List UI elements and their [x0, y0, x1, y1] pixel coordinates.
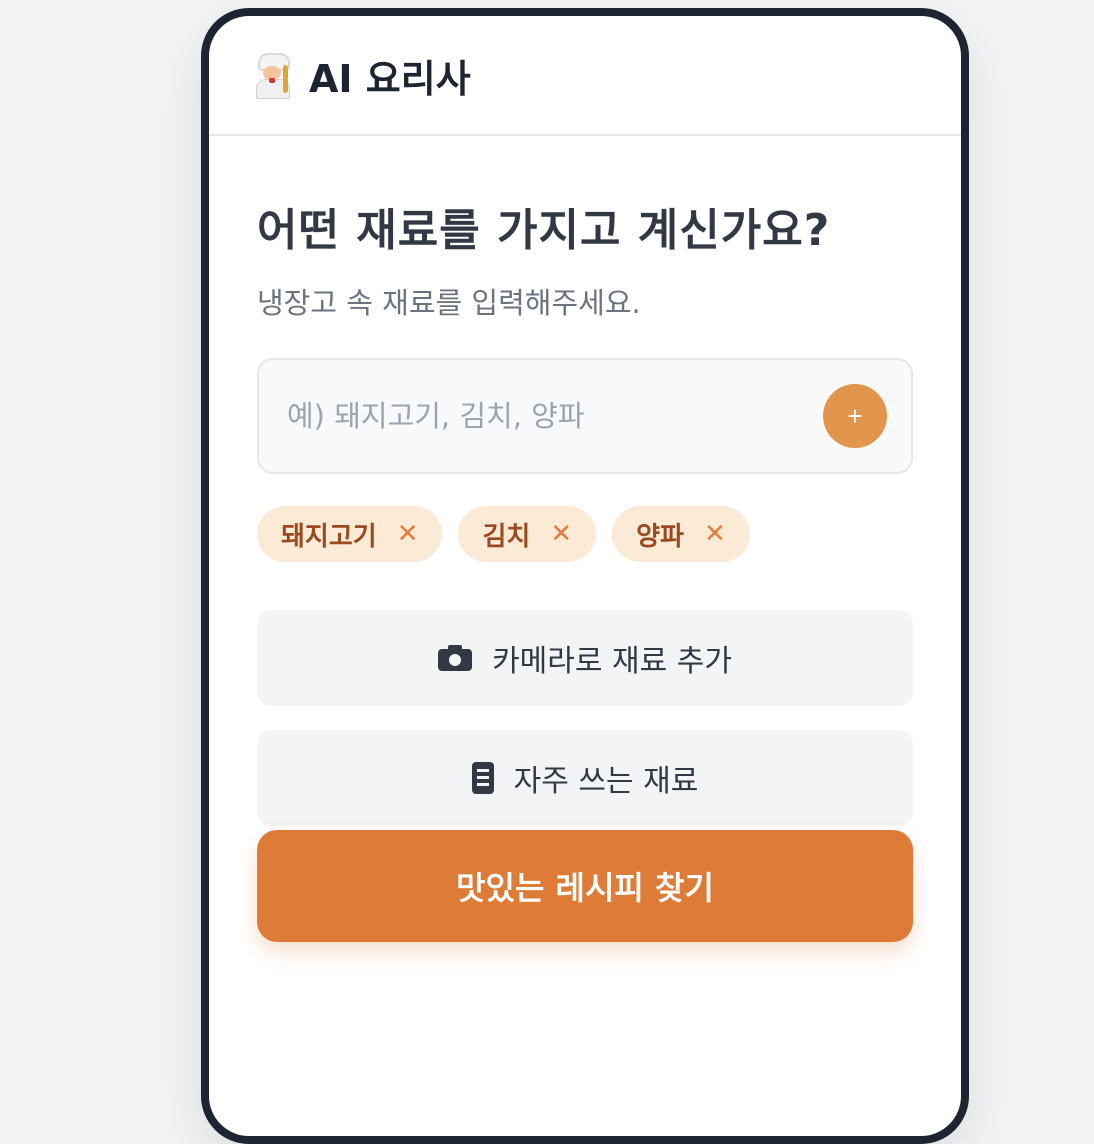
favorite-ingredients-button[interactable]: 자주 쓰는 재료 — [257, 730, 913, 826]
list-icon — [471, 762, 494, 794]
ingredient-input[interactable] — [285, 398, 769, 434]
plus-icon: + — [847, 400, 863, 431]
chip-label: 양파 — [636, 521, 684, 552]
add-ingredient-button[interactable]: + — [823, 384, 887, 448]
phone-frame: AI 요리사 어떤 재료를 가지고 계신가요? 냉장고 속 재료를 입력해주세요… — [201, 8, 969, 1144]
ingredient-chip: 김치 ✕ — [458, 506, 597, 562]
find-recipe-label: 맛있는 레시피 찾기 — [456, 869, 714, 907]
ingredient-chip: 양파 ✕ — [612, 506, 750, 562]
favorite-ingredients-label: 자주 쓰는 재료 — [513, 764, 699, 799]
page-subheading: 냉장고 속 재료를 입력해주세요. — [257, 286, 641, 320]
ingredient-chips: 돼지고기 ✕ 김치 ✕ 양파 ✕ — [257, 506, 913, 562]
ingredient-chip: 돼지고기 ✕ — [257, 506, 443, 562]
close-icon[interactable]: ✕ — [550, 519, 572, 549]
chip-label: 김치 — [482, 521, 531, 552]
find-recipe-button[interactable]: 맛있는 레시피 찾기 — [257, 830, 913, 942]
main-content: 어떤 재료를 가지고 계신가요? 냉장고 속 재료를 입력해주세요. + 돼지고… — [209, 194, 961, 942]
chip-label: 돼지고기 — [281, 521, 377, 552]
page-heading: 어떤 재료를 가지고 계신가요? — [257, 205, 831, 256]
close-icon[interactable]: ✕ — [704, 519, 726, 549]
app-title: AI 요리사 — [309, 56, 471, 101]
camera-icon — [438, 645, 473, 671]
chef-icon — [253, 53, 291, 99]
app-header: AI 요리사 — [209, 16, 961, 136]
camera-add-label: 카메라로 재료 추가 — [492, 644, 732, 679]
close-icon[interactable]: ✕ — [397, 519, 419, 549]
ingredient-input-box: + — [257, 358, 913, 474]
camera-add-button[interactable]: 카메라로 재료 추가 — [257, 610, 913, 706]
